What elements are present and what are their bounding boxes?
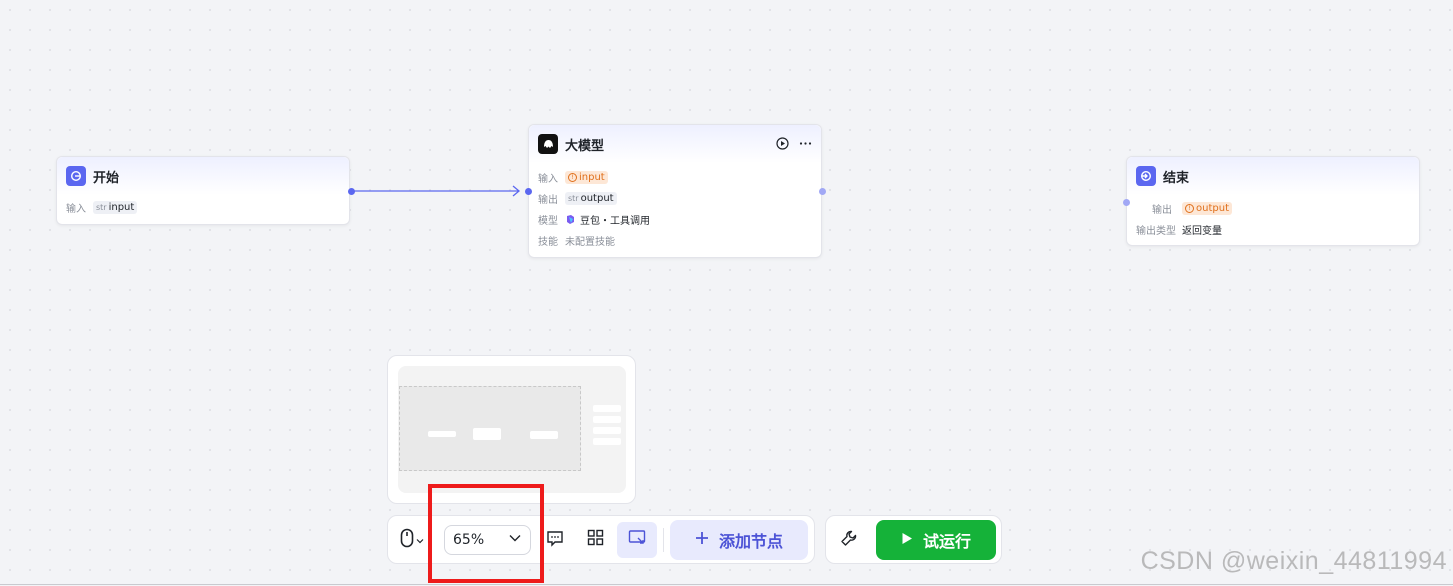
llm-model-value: 豆包・工具调用 bbox=[580, 216, 650, 227]
warning-icon: ! bbox=[1185, 204, 1194, 213]
llm-skill-row: 技能 未配置技能 bbox=[529, 230, 821, 251]
llm-output-tag: str output bbox=[565, 192, 617, 205]
llm-output-port[interactable] bbox=[819, 188, 826, 195]
llm-node-header: 大模型 bbox=[529, 125, 821, 163]
start-input-label: 输入 bbox=[66, 204, 86, 215]
start-node-title: 开始 bbox=[93, 170, 120, 186]
start-input-row: 输入 str input bbox=[57, 197, 349, 218]
llm-input-value: input bbox=[579, 172, 605, 183]
llm-output-row: 输出 str output bbox=[529, 188, 821, 209]
doubao-icon bbox=[565, 214, 576, 225]
llm-output-label: 输出 bbox=[538, 195, 558, 206]
workflow-canvas[interactable]: 开始 输入 str input 大模型 输入 ! input 输出 str ou… bbox=[0, 0, 1453, 586]
llm-skill-label: 技能 bbox=[538, 237, 558, 248]
start-node[interactable]: 开始 输入 str input bbox=[56, 156, 350, 225]
llm-model-row: 模型 豆包・工具调用 bbox=[529, 209, 821, 230]
start-node-header: 开始 bbox=[57, 157, 349, 195]
minimap-node bbox=[593, 438, 621, 445]
llm-input-label: 输入 bbox=[538, 174, 558, 185]
minimap-node bbox=[428, 431, 456, 437]
minimap-node bbox=[593, 427, 621, 434]
minimap-node bbox=[530, 431, 558, 439]
minimap-node bbox=[593, 416, 621, 423]
more-icon[interactable] bbox=[799, 135, 812, 154]
end-output-type-row: 输出类型 返回变量 bbox=[1127, 219, 1419, 240]
comment-icon bbox=[546, 529, 564, 551]
end-input-port[interactable] bbox=[1123, 199, 1130, 206]
wrench-icon bbox=[840, 529, 858, 551]
start-input-tag: str input bbox=[93, 201, 138, 214]
start-icon bbox=[66, 166, 86, 186]
str-type: str bbox=[96, 203, 107, 212]
llm-node[interactable]: 大模型 输入 ! input 输出 str output 模型 豆包・工具调用 … bbox=[528, 124, 822, 258]
add-node-button[interactable]: 添加节点 bbox=[670, 519, 808, 560]
run-node-icon[interactable] bbox=[776, 135, 789, 154]
llm-skill-value: 未配置技能 bbox=[565, 237, 615, 248]
bottom-border bbox=[0, 584, 1453, 585]
plus-icon bbox=[695, 530, 709, 549]
minimap-canvas bbox=[398, 366, 626, 493]
test-run-button[interactable]: 试运行 bbox=[876, 519, 996, 560]
llm-model-label: 模型 bbox=[538, 216, 558, 227]
llm-input-tag: ! input bbox=[565, 171, 608, 184]
end-node[interactable]: 结束 输出 ! output 输出类型 返回变量 bbox=[1126, 156, 1420, 246]
end-output-value: output bbox=[1196, 203, 1229, 214]
minimap-icon bbox=[628, 529, 646, 550]
end-output-label: 输出 bbox=[1152, 205, 1172, 216]
llm-input-row: 输入 ! input bbox=[529, 167, 821, 188]
end-output-type-value: 返回变量 bbox=[1182, 226, 1222, 237]
auto-layout-button[interactable] bbox=[575, 522, 615, 558]
play-icon bbox=[901, 530, 913, 549]
minimap-node bbox=[473, 428, 501, 440]
warning-icon: ! bbox=[568, 173, 577, 182]
end-output-type-label: 输出类型 bbox=[1136, 226, 1176, 237]
llm-input-port[interactable] bbox=[525, 188, 532, 195]
llm-node-title: 大模型 bbox=[565, 138, 605, 154]
llm-icon bbox=[538, 134, 558, 154]
add-node-label: 添加节点 bbox=[718, 531, 783, 551]
minimap-toggle-button[interactable] bbox=[617, 521, 657, 558]
run-toolbar: 试运行 bbox=[825, 515, 1002, 564]
end-output-tag: ! output bbox=[1182, 202, 1232, 215]
watermark: CSDN @weixin_44811994 bbox=[1140, 547, 1447, 575]
end-node-header: 结束 bbox=[1127, 157, 1419, 195]
start-output-port[interactable] bbox=[348, 188, 355, 195]
toolbar-divider bbox=[663, 527, 664, 552]
minimap[interactable] bbox=[387, 355, 636, 504]
highlight-box bbox=[428, 484, 544, 583]
mouse-icon bbox=[400, 528, 414, 552]
minimap-node bbox=[593, 405, 621, 412]
end-node-title: 结束 bbox=[1163, 170, 1190, 186]
debug-settings-button[interactable] bbox=[826, 522, 872, 558]
start-input-value: input bbox=[108, 202, 135, 213]
end-icon bbox=[1136, 166, 1156, 186]
llm-output-value: output bbox=[580, 193, 614, 204]
grid-icon bbox=[587, 529, 604, 550]
chevron-down-icon bbox=[416, 530, 424, 549]
connection-edge bbox=[352, 185, 521, 197]
test-run-label: 试运行 bbox=[922, 531, 971, 551]
end-output-row: 输出 ! output bbox=[1127, 198, 1419, 219]
str-type: str bbox=[568, 194, 579, 203]
